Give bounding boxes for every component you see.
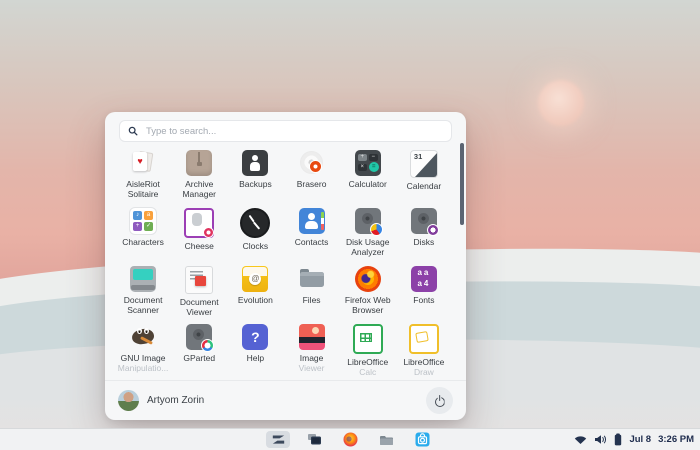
document-viewer-icon: [185, 266, 214, 294]
app-label: LibreOffice Calc: [347, 357, 389, 378]
app-item-characters[interactable]: ♪ a + ✓ Characters: [115, 208, 171, 262]
app-label: GNU Image Manipulatio...: [117, 353, 169, 374]
cheese-icon: [184, 208, 215, 238]
scrollbar[interactable]: [460, 143, 464, 225]
tray-time[interactable]: 3:26 PM: [658, 434, 694, 445]
gimp-icon: [130, 324, 156, 350]
taskbar-zorin-menu-button[interactable]: [266, 431, 290, 448]
search-bar[interactable]: [119, 120, 452, 142]
taskbar-software-store-icon[interactable]: [410, 431, 434, 448]
power-icon: [434, 395, 445, 406]
app-item-help[interactable]: ? Help: [227, 324, 283, 378]
app-label: Clocks: [242, 241, 269, 251]
volume-icon[interactable]: [594, 434, 607, 445]
app-item-firefox[interactable]: Firefox Web Browser: [340, 266, 396, 320]
archive-icon: [186, 150, 213, 176]
search-icon: [128, 126, 138, 136]
app-label: Evolution: [237, 295, 273, 305]
app-label: Archive Manager: [182, 179, 217, 200]
moon: [538, 80, 584, 126]
app-item-calculator[interactable]: + − × = Calculator: [340, 150, 396, 204]
clocks-icon: [240, 208, 271, 238]
app-label: Image Viewer: [298, 353, 325, 374]
libreoffice-calc-icon: [352, 324, 383, 354]
app-label: Calendar: [406, 181, 442, 191]
solitaire-icon: ♥: [130, 150, 156, 176]
app-item-disk-usage-analyzer[interactable]: Disk Usage Analyzer: [340, 208, 396, 262]
contacts-icon: [298, 208, 325, 234]
app-item-clocks[interactable]: Clocks: [227, 208, 283, 262]
app-label: Brasero: [296, 179, 327, 189]
image-viewer-icon: [298, 324, 325, 350]
app-label: Fonts: [413, 295, 435, 305]
app-label: AisleRiot Solitaire: [126, 179, 160, 200]
app-launcher-panel: ♥ AisleRiotSolitaire ArchiveManager Backups…: [105, 112, 466, 420]
app-item-fonts[interactable]: aa a4 Fonts: [396, 266, 452, 320]
app-label: GParted: [183, 353, 216, 363]
app-item-image-viewer[interactable]: Image Viewer: [284, 324, 340, 378]
backups-icon: [242, 150, 269, 176]
libreoffice-draw-icon: [408, 324, 439, 354]
calendar-icon: 31: [409, 150, 438, 178]
taskbar-app-window-icon[interactable]: [302, 431, 326, 448]
search-input[interactable]: [144, 124, 443, 138]
app-label: Disks: [413, 237, 435, 247]
desktop: ♥ AisleRiotSolitaire ArchiveManager Backups…: [0, 0, 700, 450]
app-item-disks[interactable]: Disks: [396, 208, 452, 262]
app-label: Files: [302, 295, 321, 305]
user-bar: Artyom Zorin: [105, 380, 466, 420]
brasero-icon: [299, 150, 325, 176]
app-label: Calculator: [348, 179, 387, 189]
help-icon: ?: [242, 324, 269, 350]
battery-icon[interactable]: [614, 433, 622, 446]
app-label: Disk Usage Analyzer: [346, 237, 390, 258]
wifi-icon[interactable]: [574, 434, 587, 445]
app-item-cheese[interactable]: Cheese: [171, 208, 227, 262]
taskbar-firefox-icon[interactable]: [338, 431, 362, 448]
document-scanner-icon: [130, 266, 157, 292]
evolution-icon: @: [242, 266, 269, 292]
app-item-calendar[interactable]: 31 Calendar: [396, 150, 452, 204]
app-item-gparted[interactable]: GParted: [171, 324, 227, 378]
system-tray: Jul 8 3:26 PM: [574, 429, 694, 450]
fonts-icon: aa a4: [410, 266, 437, 292]
app-item-files[interactable]: Files: [284, 266, 340, 320]
taskbar-files-folder-icon[interactable]: [374, 431, 398, 448]
app-item-backups[interactable]: Backups: [227, 150, 283, 204]
app-item-document-scanner[interactable]: Document Scanner: [115, 266, 171, 320]
app-label: Help: [246, 353, 265, 363]
firefox-icon: [354, 266, 381, 292]
app-label: Characters: [122, 237, 164, 247]
app-item-document-viewer[interactable]: Document Viewer: [171, 266, 227, 320]
app-grid: ♥ AisleRiot Solitaire Archive Manager Backups…: [115, 150, 452, 378]
taskbar: Jul 8 3:26 PM: [0, 428, 700, 450]
files-icon: [299, 266, 325, 292]
taskbar-apps: [266, 429, 434, 450]
app-label: Contacts: [294, 237, 329, 247]
app-item-evolution[interactable]: @ Evolution: [227, 266, 283, 320]
disk-usage-analyzer-icon: [354, 208, 383, 236]
app-item-brasero[interactable]: Brasero: [284, 150, 340, 204]
app-item-libreoffice-calc[interactable]: LibreOffice Calc: [340, 324, 396, 378]
app-label: Cheese: [184, 241, 214, 251]
gparted-icon: [186, 324, 215, 352]
app-label: Document Scanner: [123, 295, 163, 316]
calculator-icon: + − × =: [354, 150, 381, 176]
avatar[interactable]: [118, 390, 139, 411]
app-item-gimp[interactable]: GNU Image Manipulatio...: [115, 324, 171, 378]
user-name[interactable]: Artyom Zorin: [147, 395, 204, 406]
app-item-solitaire[interactable]: ♥ AisleRiot Solitaire: [115, 150, 171, 204]
app-item-archive[interactable]: Archive Manager: [171, 150, 227, 204]
power-button[interactable]: [426, 387, 453, 414]
app-label: LibreOffice Draw: [403, 357, 445, 378]
app-item-libreoffice-draw[interactable]: LibreOffice Draw: [396, 324, 452, 378]
disks-icon: [410, 208, 439, 236]
tray-date[interactable]: Jul 8: [629, 434, 651, 445]
characters-icon: ♪ a + ✓: [130, 208, 157, 234]
app-label: Firefox Web Browser: [344, 295, 391, 316]
app-item-contacts[interactable]: Contacts: [284, 208, 340, 262]
app-label: Document Viewer: [179, 297, 219, 318]
app-label: Backups: [239, 179, 272, 189]
